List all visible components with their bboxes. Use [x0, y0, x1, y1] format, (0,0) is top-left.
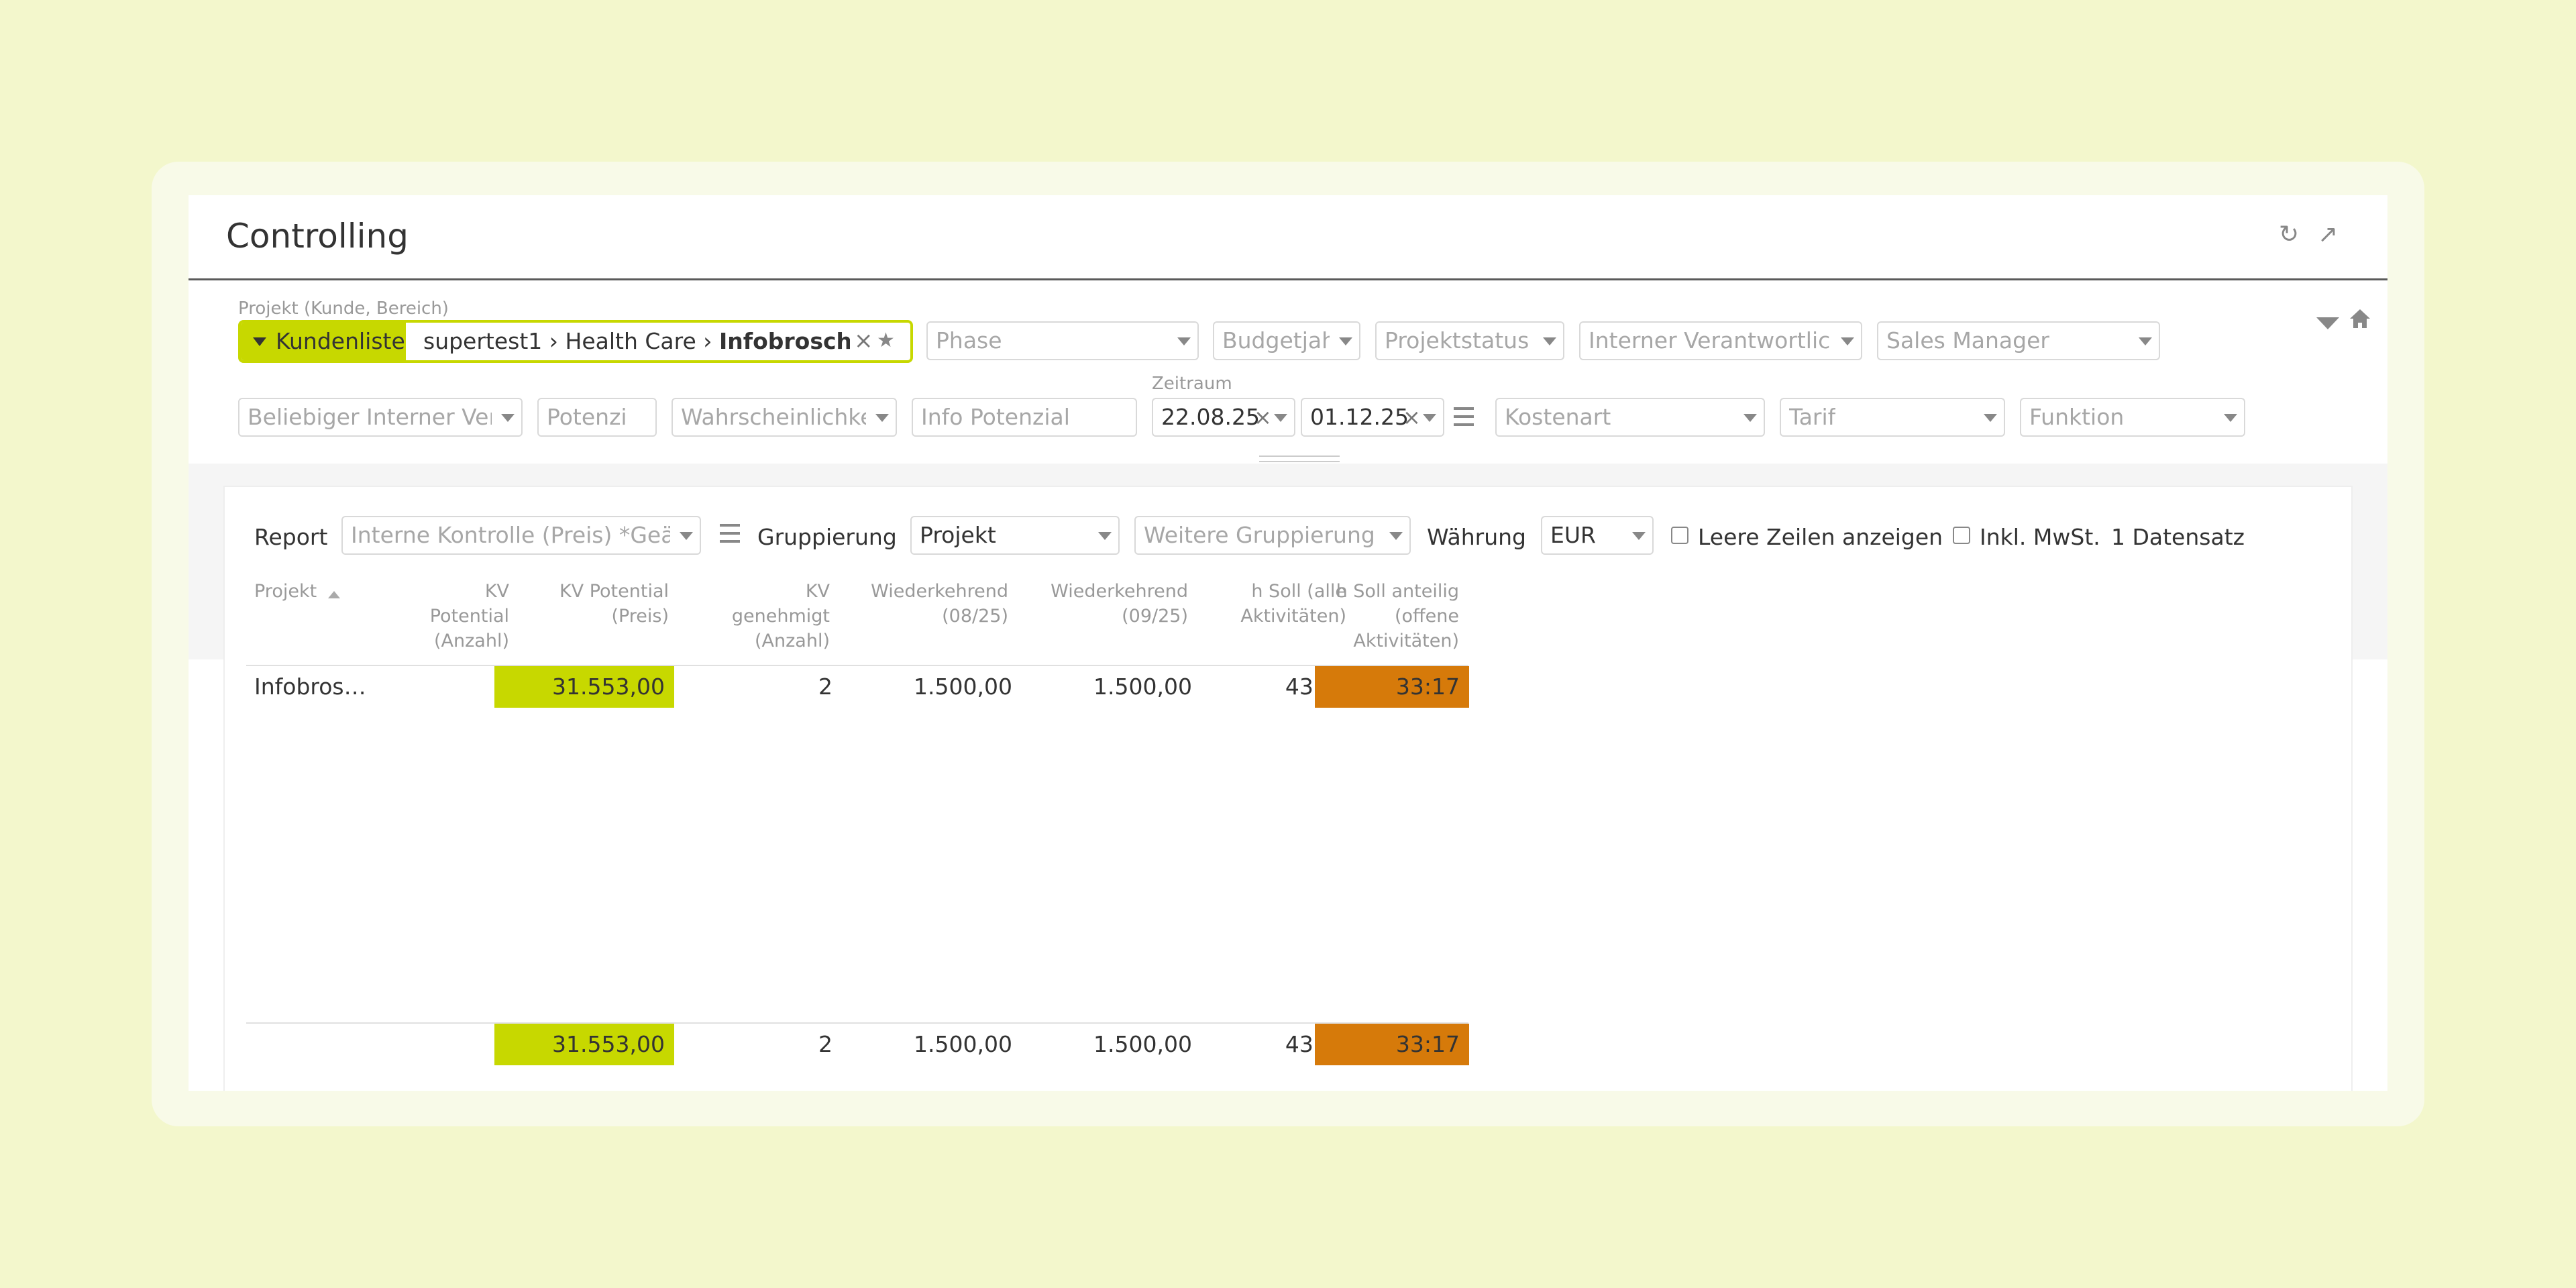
- breadcrumb-item[interactable]: supertest1: [423, 328, 542, 354]
- total-h-soll-anteilig: 33:17: [1315, 1024, 1469, 1065]
- breadcrumb-separator: ›: [703, 328, 712, 354]
- dropdown-arrow-icon: [875, 414, 889, 422]
- total-kv-genehmigt: 2: [818, 1031, 833, 1057]
- inkl-mwst-label: Inkl. MwSt.: [1980, 524, 2100, 550]
- projekt-selector[interactable]: Kundenliste supertest1 › Health Care › I…: [238, 320, 913, 363]
- kostenart-select[interactable]: Kostenart: [1495, 398, 1765, 437]
- cell-wiederkehrend-0825: 1.500,00: [914, 674, 1012, 700]
- dropdown-arrow-icon: [2224, 414, 2237, 422]
- report-label: Report: [254, 524, 328, 550]
- kundenliste-label: Kundenliste: [276, 328, 405, 354]
- star-icon[interactable]: ★: [877, 323, 895, 359]
- dropdown-arrow-icon: [1389, 532, 1403, 540]
- dropdown-arrow-icon: [1423, 414, 1436, 422]
- beliebiger-interner-select[interactable]: Beliebiger Interner Verantwortlicher: [238, 398, 523, 437]
- menu-icon[interactable]: [1454, 407, 1474, 427]
- dropdown-arrow-icon: [2139, 337, 2152, 345]
- waehrung-select[interactable]: EUR: [1541, 516, 1654, 555]
- dropdown-arrow-icon: [1098, 532, 1112, 540]
- column-header-kv-genehmigt[interactable]: KV genehmigt (Anzahl): [698, 579, 830, 653]
- projekt-label: Projekt (Kunde, Bereich): [238, 299, 449, 319]
- dropdown-arrow-icon: [680, 532, 693, 540]
- funktion-select[interactable]: Funktion: [2020, 398, 2245, 437]
- clear-icon[interactable]: ×: [1254, 399, 1272, 435]
- budgetjahr-select[interactable]: Budgetjahr: [1213, 321, 1360, 360]
- resize-splitter[interactable]: [1259, 455, 1340, 462]
- column-header-wiederkehrend-0825[interactable]: Wiederkehrend (08/25): [833, 579, 1008, 629]
- date-from-input[interactable]: 22.08.25 ×: [1152, 398, 1295, 437]
- home-icon[interactable]: [2350, 309, 2370, 329]
- report-select[interactable]: Interne Kontrolle (Preis) *Geändert: [341, 516, 701, 555]
- breadcrumb-separator: ›: [549, 328, 558, 354]
- weitere-gruppierung-select[interactable]: Weitere Gruppierung: [1134, 516, 1411, 555]
- column-header-wiederkehrend-0925[interactable]: Wiederkehrend (09/25): [1014, 579, 1188, 629]
- cell-projekt[interactable]: Infobros…: [254, 666, 375, 708]
- phase-select[interactable]: Phase: [926, 321, 1199, 360]
- inkl-mwst-checkbox[interactable]: [1953, 527, 1970, 544]
- sort-asc-icon: [328, 591, 340, 598]
- report-menu-icon[interactable]: [720, 524, 740, 544]
- leere-zeilen-checkbox[interactable]: [1671, 527, 1688, 544]
- dropdown-arrow-icon: [1841, 337, 1854, 345]
- caret-down-icon: [253, 337, 266, 346]
- dropdown-arrow-icon: [1543, 337, 1556, 345]
- total-kv-potential-preis: 31.553,00: [494, 1024, 674, 1065]
- breadcrumb-item-current[interactable]: Infobroschü: [719, 328, 850, 354]
- interner-verantwortlicher-select[interactable]: Interner Verantwortlicher: [1579, 321, 1862, 360]
- zeitraum-label: Zeitraum: [1152, 374, 1232, 394]
- dropdown-arrow-icon: [1177, 337, 1191, 345]
- dropdown-arrow-icon: [1339, 337, 1352, 345]
- column-header-h-soll-alle[interactable]: h Soll (alle Aktivitäten): [1195, 579, 1346, 629]
- dropdown-arrow-icon: [1632, 532, 1646, 540]
- cell-wiederkehrend-0925: 1.500,00: [1093, 674, 1192, 700]
- dropdown-arrow-icon: [1984, 414, 1997, 422]
- info-potenzial-input[interactable]: Info Potenzial: [912, 398, 1137, 437]
- clear-icon[interactable]: ×: [854, 323, 873, 359]
- tarif-select[interactable]: Tarif: [1780, 398, 2005, 437]
- column-header-h-soll-anteilig[interactable]: h Soll anteilig (offene Aktivitäten): [1329, 579, 1459, 653]
- dropdown-arrow-icon: [1743, 414, 1757, 422]
- gruppierung-select[interactable]: Projekt: [910, 516, 1120, 555]
- refresh-icon[interactable]: ↻: [2279, 221, 2299, 248]
- column-header-kv-potential-anzahl[interactable]: KV Potential (Anzahl): [403, 579, 509, 653]
- expand-icon[interactable]: ↗: [2318, 221, 2338, 248]
- gruppierung-label: Gruppierung: [757, 524, 897, 550]
- cell-kv-genehmigt: 2: [818, 674, 833, 700]
- sales-manager-select[interactable]: Sales Manager: [1877, 321, 2160, 360]
- cell-kv-potential-preis: 31.553,00: [494, 666, 674, 708]
- breadcrumb: supertest1 › Health Care › Infobroschü: [423, 323, 850, 360]
- projektstatus-select[interactable]: Projektstatus: [1375, 321, 1564, 360]
- cell-h-soll-anteilig: 33:17: [1315, 666, 1469, 708]
- kundenliste-button[interactable]: Kundenliste: [241, 323, 406, 360]
- waehrung-label: Währung: [1427, 524, 1527, 550]
- dropdown-arrow-icon: [1274, 414, 1287, 422]
- report-container: [223, 486, 2353, 1091]
- column-header-kv-potential-preis[interactable]: KV Potential (Preis): [537, 579, 669, 629]
- breadcrumb-item[interactable]: Health Care: [566, 328, 696, 354]
- total-wiederkehrend-0925: 1.500,00: [1093, 1031, 1192, 1057]
- leere-zeilen-label: Leere Zeilen anzeigen: [1698, 524, 1943, 550]
- potenzial-input[interactable]: Potenzial: [537, 398, 657, 437]
- total-wiederkehrend-0825: 1.500,00: [914, 1031, 1012, 1057]
- column-header-projekt[interactable]: Projekt: [254, 579, 317, 604]
- collapse-filters-icon[interactable]: [2316, 317, 2339, 329]
- wahrscheinlichkeit-select[interactable]: Wahrscheinlichkeit: [672, 398, 897, 437]
- dropdown-arrow-icon: [501, 414, 515, 422]
- page-title: Controlling: [226, 217, 409, 256]
- datensatz-count: 1 Datensatz: [2111, 524, 2245, 550]
- date-to-input[interactable]: 01.12.25 ×: [1301, 398, 1444, 437]
- clear-icon[interactable]: ×: [1403, 399, 1421, 435]
